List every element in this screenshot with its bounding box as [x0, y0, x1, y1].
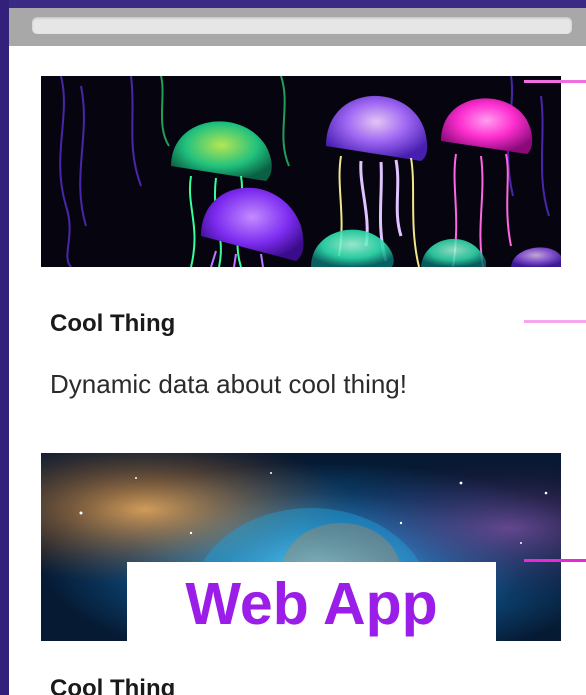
- accent-line: [524, 320, 586, 323]
- left-sidebar-edge: [0, 0, 9, 695]
- top-strip: [0, 0, 586, 8]
- web-app-label: Web App: [127, 562, 496, 646]
- browser-toolbar: [9, 8, 586, 46]
- accent-line: [524, 80, 586, 83]
- browser-window: Cool Thing Dynamic data about cool thing…: [9, 8, 586, 695]
- card-title: Cool Thing: [50, 310, 176, 337]
- address-bar[interactable]: [32, 17, 572, 34]
- jellyfish-illustration: [41, 76, 561, 267]
- accent-line: [524, 559, 586, 562]
- card-description: Dynamic data about cool thing!: [50, 369, 407, 399]
- card-title: Cool Thing: [50, 675, 176, 695]
- jellyfish-image: [41, 76, 561, 267]
